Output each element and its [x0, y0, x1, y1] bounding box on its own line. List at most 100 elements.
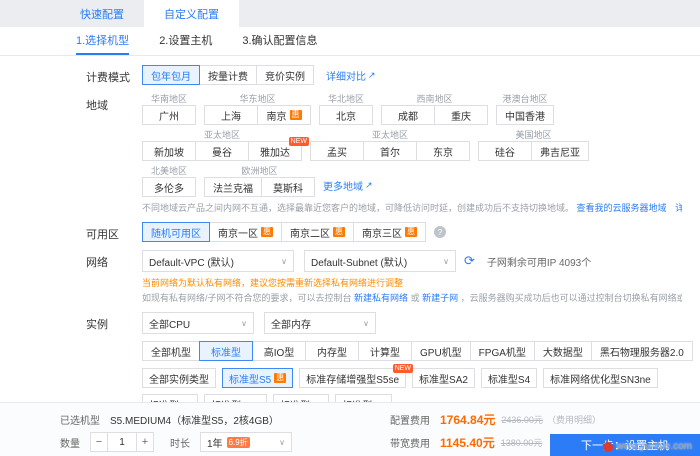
billing-options: 包年包月 按量计费 竞价实例 — [142, 65, 314, 85]
region-group-name: 华北地区 — [319, 93, 373, 105]
network-tip: 如现有私有网络/子网不符合您的要求，可以去控制台 新建私有网络 或 新建子网 ，… — [142, 291, 682, 304]
new-vpc-link[interactable]: 新建私有网络 — [354, 293, 408, 303]
type-name: 标准型S5 — [229, 371, 271, 386]
network-tip-post: ，云服务器购买成功后也可以通过控制台切换私有网络或者更换子网的切换 — [461, 293, 682, 303]
refresh-icon[interactable]: ⟳ — [464, 253, 475, 269]
tab-quick-config[interactable]: 快速配置 — [60, 0, 144, 27]
region-shanghai-button[interactable]: 上海 — [204, 105, 258, 125]
family-gpu-button[interactable]: GPU机型 — [411, 341, 471, 361]
memory-filter-value: 全部内存 — [271, 316, 311, 331]
type-s4-button[interactable]: 标准型S4 — [481, 368, 537, 388]
chevron-down-icon: ∨ — [281, 257, 287, 266]
new-subnet-link[interactable]: 新建子网 — [422, 293, 458, 303]
region-mumbai-button[interactable]: 孟买 — [310, 141, 364, 161]
region-beijing-button[interactable]: 北京 — [319, 105, 373, 125]
external-link-icon: ↗ — [365, 180, 373, 191]
step-confirm-config[interactable]: 3.确认配置信息 — [242, 27, 317, 55]
network-tip-pre: 如现有私有网络/子网不符合您的要求，可以去控制台 — [142, 293, 352, 303]
zone-name: 南京一区 — [218, 225, 258, 240]
billing-monthly-button[interactable]: 包年包月 — [142, 65, 200, 85]
region-seoul-button[interactable]: 首尔 — [363, 141, 417, 161]
region-group-name: 华东地区 — [204, 93, 311, 105]
region-guangzhou-button[interactable]: 广州 — [142, 105, 196, 125]
region-note-text: 不同地域云产品之间内网不互通，选择最靠近您客户的地域，可降低访问时延，创建成功后… — [142, 203, 574, 213]
subnet-select[interactable]: Default-Subnet (默认) ∨ — [304, 250, 456, 272]
my-cvm-regions-link[interactable]: 查看我的云服务器地域 — [577, 203, 667, 213]
region-hongkong-button[interactable]: 中国香港 — [496, 105, 554, 125]
billing-payg-button[interactable]: 按量计费 — [199, 65, 257, 85]
region-tokyo-button[interactable]: 东京 — [416, 141, 470, 161]
memory-filter-select[interactable]: 全部内存 ∨ — [264, 312, 376, 334]
step-set-host[interactable]: 2.设置主机 — [159, 27, 212, 55]
quantity-value[interactable]: 1 — [107, 432, 137, 452]
region-bangkok-button[interactable]: 曼谷 — [195, 141, 249, 161]
family-bigdata-button[interactable]: 大数据型 — [534, 341, 592, 361]
zone-random-button[interactable]: 随机可用区 — [142, 222, 210, 242]
region-grid-row-3: 北美地区 多伦多 欧洲地区 法兰克福 莫斯科 更多地域 ↗ — [142, 165, 682, 197]
vpc-select-value: Default-VPC (默认) — [149, 254, 234, 269]
region-group-name: 亚太地区 — [310, 129, 470, 141]
zone-nanjing-1-button[interactable]: 南京一区惠 — [209, 222, 282, 242]
region-virginia-button[interactable]: 弗吉尼亚 — [531, 141, 589, 161]
region-chengdu-button[interactable]: 成都 — [381, 105, 435, 125]
billing-row: 计费模式 包年包月 按量计费 竞价实例 详细对比 ↗ — [86, 65, 682, 85]
family-standard-button[interactable]: 标准型 — [199, 341, 253, 361]
cpu-filter-select[interactable]: 全部CPU ∨ — [142, 312, 254, 334]
type-sn3ne-button[interactable]: 标准网络优化型SN3ne — [543, 368, 658, 388]
region-note: 不同地域云产品之间内网不互通，选择最靠近您客户的地域，可降低访问时延，创建成功后… — [142, 201, 682, 214]
next-step-button[interactable]: 下一步：设置主机 — [550, 434, 700, 456]
region-chongqing-button[interactable]: 重庆 — [434, 105, 488, 125]
billing-compare-link[interactable]: 详细对比 — [326, 68, 366, 83]
type-s5-button[interactable]: 标准型S5惠 — [222, 368, 293, 388]
type-sa2-button[interactable]: 标准型SA2 — [412, 368, 475, 388]
type-s5se-button[interactable]: 标准存储增强型S5seNEW — [299, 368, 406, 388]
step-select-model[interactable]: 1.选择机型 — [76, 27, 129, 55]
config-fee-label: 配置费用 — [390, 412, 430, 427]
zone-name: 南京二区 — [290, 225, 330, 240]
quantity-increase-button[interactable]: + — [136, 432, 154, 452]
region-siliconvalley-button[interactable]: 硅谷 — [478, 141, 532, 161]
region-jakarta-button[interactable]: 雅加达NEW — [248, 141, 302, 161]
region-toronto-button[interactable]: 多伦多 — [142, 177, 196, 197]
zone-nanjing-2-button[interactable]: 南京二区惠 — [281, 222, 354, 242]
region-group-southwest: 西南地区 成都 重庆 — [381, 93, 488, 125]
question-icon[interactable]: ? — [434, 226, 446, 238]
promo-badge: 惠 — [290, 110, 302, 120]
promo-badge: 惠 — [261, 227, 273, 237]
family-all-button[interactable]: 全部机型 — [142, 341, 200, 361]
tab-custom-config[interactable]: 自定义配置 — [144, 0, 239, 27]
region-group-apac-se: 亚太地区 新加坡 曼谷 雅加达NEW — [142, 129, 302, 161]
region-moscow-button[interactable]: 莫斯科 — [261, 177, 315, 197]
family-compute-button[interactable]: 计算型 — [358, 341, 412, 361]
network-row: 网络 Default-VPC (默认) ∨ Default-Subnet (默认… — [86, 250, 682, 304]
quantity-label: 数量 — [60, 435, 80, 450]
main-content: 计费模式 包年包月 按量计费 竞价实例 详细对比 ↗ 地域 华南地区 广州 — [0, 56, 700, 420]
fee-detail-note[interactable]: （费用明细） — [547, 413, 601, 426]
chevron-down-icon: ∨ — [443, 257, 449, 266]
family-memory-button[interactable]: 内存型 — [305, 341, 359, 361]
quantity-decrease-button[interactable]: − — [90, 432, 108, 452]
family-baremetal-button[interactable]: 黑石物理服务器2.0 — [591, 341, 693, 361]
more-regions-link[interactable]: 更多地域 — [323, 178, 363, 193]
family-highio-button[interactable]: 高IO型 — [252, 341, 306, 361]
vpc-select[interactable]: Default-VPC (默认) ∨ — [142, 250, 294, 272]
type-all-button[interactable]: 全部实例类型 — [142, 368, 216, 388]
region-frankfurt-button[interactable]: 法兰克福 — [204, 177, 262, 197]
billing-spot-button[interactable]: 竞价实例 — [256, 65, 314, 85]
instance-family-tabs: 全部机型 标准型 高IO型 内存型 计算型 GPU机型 FPGA机型 大数据型 … — [142, 341, 693, 361]
duration-select[interactable]: 1年 6.9折 ∨ — [200, 432, 292, 452]
quantity-stepper: − 1 + — [90, 432, 154, 452]
discount-badge: 6.9折 — [227, 437, 250, 448]
billing-label: 计费模式 — [86, 65, 142, 85]
zone-nanjing-3-button[interactable]: 南京三区惠 — [353, 222, 426, 242]
region-group-name: 北美地区 — [142, 165, 196, 177]
region-name: 雅加达 — [260, 144, 290, 159]
region-nanjing-button[interactable]: 南京惠 — [257, 105, 311, 125]
region-singapore-button[interactable]: 新加坡 — [142, 141, 196, 161]
region-name: 南京 — [267, 108, 287, 123]
region-compare-link[interactable]: 详细对比 — [675, 203, 682, 213]
region-group-south-china: 华南地区 广州 — [142, 93, 196, 125]
family-fpga-button[interactable]: FPGA机型 — [470, 341, 535, 361]
region-group-name: 西南地区 — [381, 93, 488, 105]
config-fee-original: 2436.00元 — [501, 413, 543, 426]
